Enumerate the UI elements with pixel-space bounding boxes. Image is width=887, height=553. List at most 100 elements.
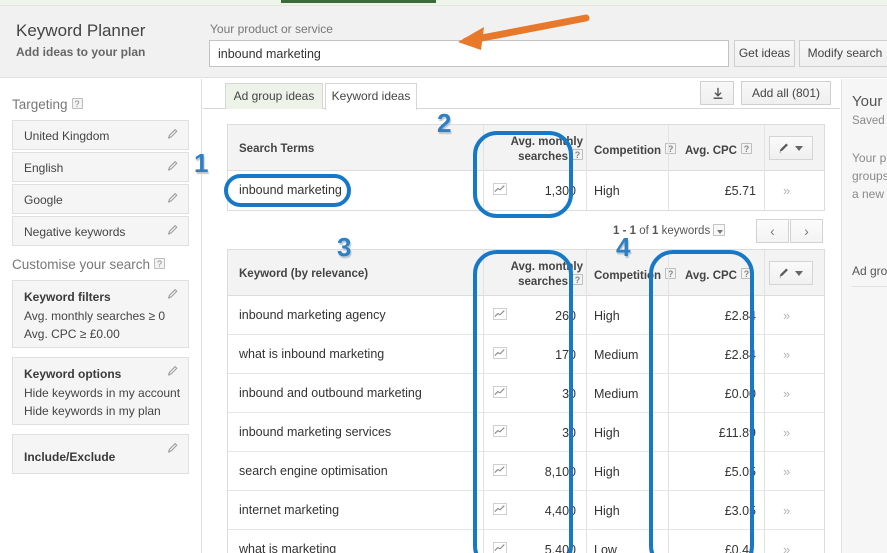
sidebar-item-label: Google [24, 193, 63, 207]
tab-ad-group-ideas[interactable]: Ad group ideas [225, 83, 323, 109]
col-divider [483, 335, 484, 374]
col-divider [668, 413, 669, 452]
row-expand-chevron[interactable]: » [783, 425, 790, 440]
row-expand-chevron[interactable]: » [783, 464, 790, 479]
sidebar-item-keyword-options[interactable]: Keyword options Hide keywords in my acco… [12, 357, 189, 425]
table-row[interactable]: what is inbound marketing 170 Medium £2.84 » [228, 335, 824, 374]
cell-avg-monthly-searches: 260 [555, 309, 576, 323]
prev-page-button[interactable]: ‹ [756, 219, 789, 243]
keyword-options-line-2: Hide keywords in my plan [24, 404, 161, 418]
page-title: Keyword Planner [16, 21, 146, 40]
sidebar-item-language[interactable]: English [12, 152, 189, 182]
pencil-icon [779, 143, 788, 154]
get-ideas-button[interactable]: Get ideas [734, 40, 795, 67]
help-icon[interactable]: ? [665, 143, 677, 154]
green-active-tab-indicator [281, 0, 436, 3]
sidebar-item-label: United Kingdom [24, 129, 110, 143]
column-header-competition[interactable]: Competition? [594, 143, 677, 157]
top-divider [0, 5, 887, 6]
row-expand-chevron[interactable]: » [783, 308, 790, 323]
row-expand-chevron[interactable]: » [783, 503, 790, 518]
pagination-dropdown-icon[interactable] [713, 224, 726, 236]
add-all-button[interactable]: Add all (801) [741, 81, 831, 105]
customise-search-label: Customise your search [12, 257, 151, 272]
pagination-range-text: 1 - 1 of 1 keywords [613, 224, 726, 237]
col-divider [586, 250, 587, 296]
search-input[interactable] [209, 40, 729, 67]
targeting-label: Targeting [12, 97, 68, 112]
row-expand-chevron[interactable]: » [783, 183, 790, 198]
table-row[interactable]: inbound marketing services 30 High £11.89 » [228, 413, 824, 452]
sidebar-item-network[interactable]: Google [12, 184, 189, 214]
cell-competition: High [594, 426, 620, 440]
table-row[interactable]: inbound and outbound marketing 30 Medium £0… [228, 374, 824, 413]
help-icon[interactable]: ? [572, 149, 583, 160]
column-header-competition[interactable]: Competition? [594, 268, 677, 282]
sidebar-item-include-exclude[interactable]: Include/Exclude [12, 434, 189, 474]
column-header-avg-monthly-searches[interactable]: Avg. monthly searches? [483, 260, 583, 289]
cell-keyword: inbound marketing agency [239, 308, 386, 322]
table-row[interactable]: internet marketing 4,400 High £3.05 » [228, 491, 824, 530]
keyword-filters-line-1: Avg. monthly searches ≥ 0 [24, 309, 166, 323]
pencil-icon[interactable] [167, 128, 180, 141]
col-divider [668, 491, 669, 530]
tab-keyword-ideas[interactable]: Keyword ideas [325, 83, 417, 110]
cell-keyword: inbound marketing [239, 183, 342, 197]
next-page-button[interactable]: › [790, 219, 823, 243]
column-header-avg-monthly-searches[interactable]: Avg. monthly searches? [483, 135, 583, 164]
pencil-icon[interactable] [167, 224, 180, 237]
row-expand-chevron[interactable]: » [783, 542, 790, 553]
col-divider [764, 530, 765, 553]
col-divider [764, 491, 765, 530]
right-panel-ad-group-link[interactable]: Ad group [852, 264, 887, 278]
column-header-avg-cpc[interactable]: Avg. CPC? [685, 143, 752, 157]
help-icon[interactable]: ? [572, 274, 583, 285]
table-row[interactable]: what is marketing 5,400 Low £0.41 » [228, 530, 824, 553]
chevron-down-icon [795, 271, 803, 276]
pencil-icon[interactable] [167, 192, 180, 205]
column-header-search-terms[interactable]: Search Terms [239, 143, 314, 155]
cell-avg-monthly-searches: 8,100 [544, 465, 576, 479]
cell-avg-cpc: £5.71 [724, 184, 756, 198]
row-expand-chevron[interactable]: » [783, 386, 790, 401]
help-icon[interactable]: ? [71, 98, 83, 109]
sidebar-item-keyword-filters[interactable]: Keyword filters Avg. monthly searches ≥ … [12, 280, 189, 348]
download-button[interactable] [700, 81, 734, 105]
col-divider [764, 413, 765, 452]
help-icon[interactable]: ? [665, 268, 677, 279]
help-icon[interactable]: ? [740, 268, 752, 279]
col-divider [668, 125, 669, 171]
help-icon[interactable]: ? [740, 143, 752, 154]
pencil-icon[interactable] [167, 160, 180, 173]
col-divider [668, 250, 669, 296]
column-edit-button[interactable] [769, 136, 813, 160]
pencil-icon[interactable] [167, 288, 180, 301]
top-strip [0, 0, 887, 7]
row-expand-chevron[interactable]: » [783, 347, 790, 362]
col-divider [764, 374, 765, 413]
column-header-keyword[interactable]: Keyword (by relevance) [239, 268, 368, 280]
column-header-avg-cpc-label: Avg. CPC [685, 145, 737, 157]
chevron-down-icon [795, 146, 803, 151]
pencil-icon[interactable] [167, 365, 180, 378]
col-divider [668, 374, 669, 413]
table-row[interactable]: inbound marketing 1,300 High £5.71 » [228, 171, 824, 210]
help-icon[interactable]: ? [154, 258, 166, 269]
left-sidebar: Targeting? United Kingdom English Google… [0, 79, 202, 553]
pagination-controls: 1 - 1 of 1 keywords ‹ › [613, 219, 825, 245]
col-divider [483, 171, 484, 210]
pencil-icon[interactable] [167, 442, 180, 455]
product-or-service-label: Your product or service [210, 22, 333, 36]
cell-competition: High [594, 309, 620, 323]
column-edit-button[interactable] [769, 261, 813, 285]
modify-search-button[interactable]: Modify search [799, 40, 887, 67]
cell-avg-cpc: £3.05 [724, 504, 756, 518]
sidebar-item-location[interactable]: United Kingdom [12, 120, 189, 150]
column-header-avg-cpc[interactable]: Avg. CPC? [685, 268, 752, 282]
sidebar-item-negative-keywords[interactable]: Negative keywords [12, 216, 189, 246]
col-divider [764, 335, 765, 374]
table-row[interactable]: search engine optimisation 8,100 High £5.05… [228, 452, 824, 491]
col-divider [586, 125, 587, 171]
table-row[interactable]: inbound marketing agency 260 High £2.84 » [228, 296, 824, 335]
pagination-total: 1 [652, 225, 659, 237]
